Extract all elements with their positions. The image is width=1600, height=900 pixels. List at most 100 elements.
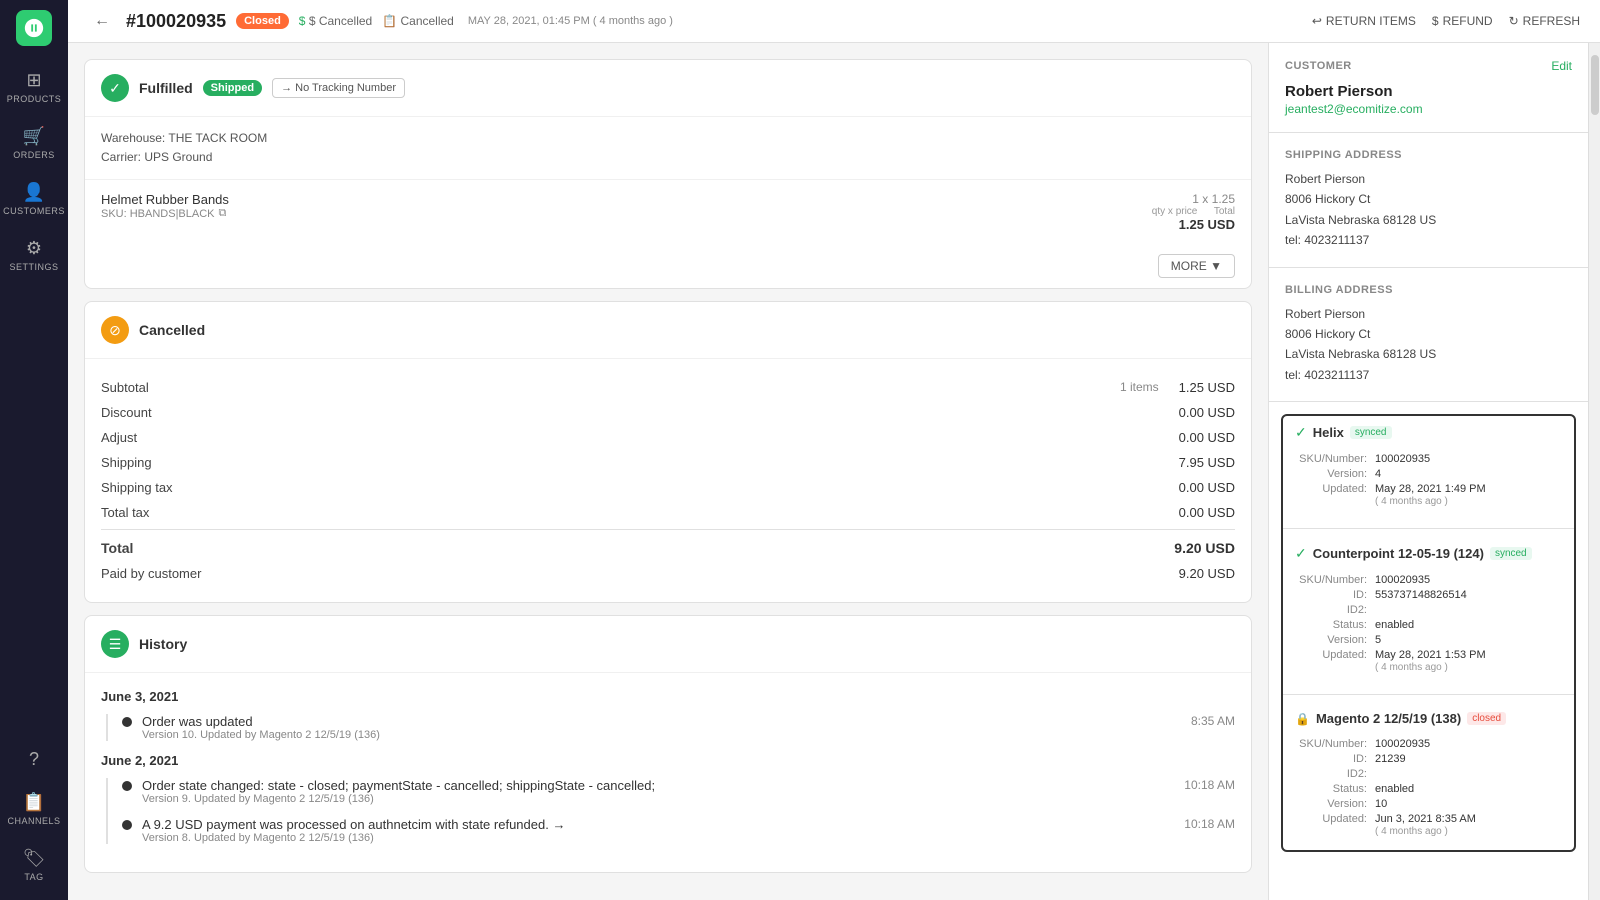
customer-email[interactable]: jeantest2@ecomitize.com xyxy=(1285,102,1572,116)
sidebar-item-customers[interactable]: 👤 Customers xyxy=(6,174,62,224)
scrollbar-thumb[interactable] xyxy=(1591,55,1599,115)
cp-sku-row: SKU/Number: 100020935 xyxy=(1295,574,1562,586)
settings-icon: ⚙ xyxy=(26,238,42,259)
counterpoint-name: Counterpoint 12-05-19 (124) xyxy=(1313,546,1484,561)
cp-id2-row: ID2: xyxy=(1295,604,1562,616)
history-card: ☰ History June 3, 2021 Order was updated… xyxy=(84,615,1252,873)
sidebar-label-customers: Customers xyxy=(3,206,65,216)
mg-updated-key: Updated: xyxy=(1295,813,1375,837)
refund-button[interactable]: $ REFUND xyxy=(1432,14,1493,28)
customer-edit-link[interactable]: Edit xyxy=(1551,59,1572,73)
fulfilled-header: ✓ Fulfilled Shipped → No Tracking Number xyxy=(85,60,1251,117)
sidebar-label-tag: TAG xyxy=(24,872,43,882)
return-items-button[interactable]: ↩ RETURN ITEMS xyxy=(1312,14,1416,28)
shipping-tax-row: Shipping tax 0.00 USD xyxy=(101,475,1235,500)
history-text-1-0: Order state changed: state - closed; pay… xyxy=(142,778,1174,805)
helix-name: Helix xyxy=(1313,425,1344,440)
sidebar-item-settings[interactable]: ⚙ Settings xyxy=(6,230,62,280)
subtotal-value: 1.25 USD xyxy=(1179,380,1235,395)
more-button[interactable]: MORE ▼ xyxy=(1158,254,1235,278)
shipping-tax-label: Shipping tax xyxy=(101,480,173,495)
back-button[interactable]: ← xyxy=(88,10,116,32)
content-area: ✓ Fulfilled Shipped → No Tracking Number… xyxy=(68,43,1600,900)
orders-icon: 🛒 xyxy=(23,126,45,147)
shipped-badge: Shipped xyxy=(203,80,262,96)
order-date: MAY 28, 2021, 01:45 PM ( 4 months ago ) xyxy=(468,15,673,27)
discount-row: Discount 0.00 USD xyxy=(101,400,1235,425)
history-sub-1-1: Version 8. Updated by Magento 2 12/5/19 … xyxy=(142,832,1174,844)
subtotal-label: Subtotal xyxy=(101,380,149,395)
helix-updated-val: May 28, 2021 1:49 PM ( 4 months ago ) xyxy=(1375,483,1486,507)
sidebar-label-channels: CHANNELS xyxy=(8,816,61,826)
helix-version-val: 4 xyxy=(1375,468,1381,480)
magento-lock-icon: 🔒 xyxy=(1295,712,1310,726)
billing-tel: tel: 4023211137 xyxy=(1285,365,1572,385)
total-tax-row: Total tax 0.00 USD xyxy=(101,500,1235,525)
helix-updated-row: Updated: May 28, 2021 1:49 PM ( 4 months… xyxy=(1295,483,1562,507)
line-item-sku: SKU: HBANDS|BLACK ⧉ xyxy=(101,207,229,220)
total-label: Total xyxy=(101,540,133,556)
sidebar: ⊞ Products 🛒 Orders 👤 Customers ⚙ Settin… xyxy=(0,0,68,900)
sidebar-item-help[interactable]: ? xyxy=(6,741,62,778)
magento-closed-badge: closed xyxy=(1467,712,1506,725)
cancelled-badge-1: $ $ Cancelled xyxy=(299,14,372,28)
sidebar-item-tag[interactable]: 🏷 TAG xyxy=(6,840,62,890)
sidebar-item-orders[interactable]: 🛒 Orders xyxy=(6,118,62,168)
no-tracking-button[interactable]: → No Tracking Number xyxy=(272,78,405,98)
paid-value: 9.20 USD xyxy=(1179,566,1235,581)
billing-city-state: LaVista Nebraska 68128 US xyxy=(1285,344,1572,364)
history-icon: ☰ xyxy=(101,630,129,658)
subtotal-items: 1 items xyxy=(1120,380,1159,395)
mg-status-val: enabled xyxy=(1375,783,1414,795)
subtotal-row: Subtotal 1 items 1.25 USD xyxy=(101,375,1235,400)
counterpoint-synced-badge: synced xyxy=(1490,547,1532,560)
shipping-address-section: SHIPPING ADDRESS Robert Pierson 8006 Hic… xyxy=(1269,133,1588,268)
sidebar-item-products[interactable]: ⊞ Products xyxy=(6,62,62,112)
counterpoint-header: ✓ Counterpoint 12-05-19 (124) synced xyxy=(1283,537,1574,570)
cp-updated-val: May 28, 2021 1:53 PM ( 4 months ago ) xyxy=(1375,649,1486,673)
total-tax-value: 0.00 USD xyxy=(1179,505,1235,520)
more-btn-row: MORE ▼ xyxy=(85,244,1251,288)
logo[interactable] xyxy=(16,10,52,46)
mg-sku-key: SKU/Number: xyxy=(1295,738,1375,750)
right-panel: CUSTOMER Edit Robert Pierson jeantest2@e… xyxy=(1268,43,1588,900)
magento-name: Magento 2 12/5/19 (138) xyxy=(1316,711,1461,726)
tag-icon: 🏷 xyxy=(23,848,46,869)
mg-version-row: Version: 10 xyxy=(1295,798,1562,810)
history-item-1-1: A 9.2 USD payment was processed on authn… xyxy=(122,817,1235,844)
mg-id-key: ID: xyxy=(1295,753,1375,765)
history-header: ☰ History xyxy=(85,616,1251,673)
mg-sku-row: SKU/Number: 100020935 xyxy=(1295,738,1562,750)
sidebar-item-channels[interactable]: 📋 CHANNELS xyxy=(6,784,62,834)
sync-panel: ✓ Helix synced SKU/Number: 100020935 Ver… xyxy=(1281,414,1576,852)
copy-icon[interactable]: ⧉ xyxy=(219,207,227,220)
cp-version-row: Version: 5 xyxy=(1295,634,1562,646)
cp-id-key: ID: xyxy=(1295,589,1375,601)
helix-version-row: Version: 4 xyxy=(1295,468,1562,480)
billing-name: Robert Pierson xyxy=(1285,304,1572,324)
refresh-button[interactable]: ↻ REFRESH xyxy=(1509,14,1580,28)
cp-id2-key: ID2: xyxy=(1295,604,1375,616)
mg-status-key: Status: xyxy=(1295,783,1375,795)
history-time-1-1: 10:18 AM xyxy=(1184,817,1235,831)
customer-section-title: CUSTOMER xyxy=(1285,60,1352,72)
mg-status-row: Status: enabled xyxy=(1295,783,1562,795)
history-date-1: June 2, 2021 xyxy=(101,753,1235,768)
shipping-title: SHIPPING ADDRESS xyxy=(1285,149,1572,161)
fulfilled-icon: ✓ xyxy=(101,74,129,102)
sidebar-label-products: Products xyxy=(7,94,62,104)
shipping-city-state: LaVista Nebraska 68128 US xyxy=(1285,210,1572,230)
mg-version-val: 10 xyxy=(1375,798,1387,810)
history-content: June 3, 2021 Order was updated Version 1… xyxy=(85,673,1251,872)
fulfilled-title: Fulfilled xyxy=(139,80,193,96)
main-area: ← #100020935 Closed $ $ Cancelled 📋 Canc… xyxy=(68,0,1600,900)
sync-divider-2 xyxy=(1283,694,1574,695)
billing-title: BILLING ADDRESS xyxy=(1285,284,1572,296)
helix-header: ✓ Helix synced xyxy=(1283,416,1574,449)
scrollbar[interactable] xyxy=(1588,43,1600,900)
helix-sku-key: SKU/Number: xyxy=(1295,453,1375,465)
magento-header: 🔒 Magento 2 12/5/19 (138) closed xyxy=(1283,703,1574,734)
history-text-0-0: Order was updated Version 10. Updated by… xyxy=(142,714,1181,741)
history-title: History xyxy=(139,636,187,652)
cancelled-badge-2: 📋 Cancelled xyxy=(382,14,454,28)
